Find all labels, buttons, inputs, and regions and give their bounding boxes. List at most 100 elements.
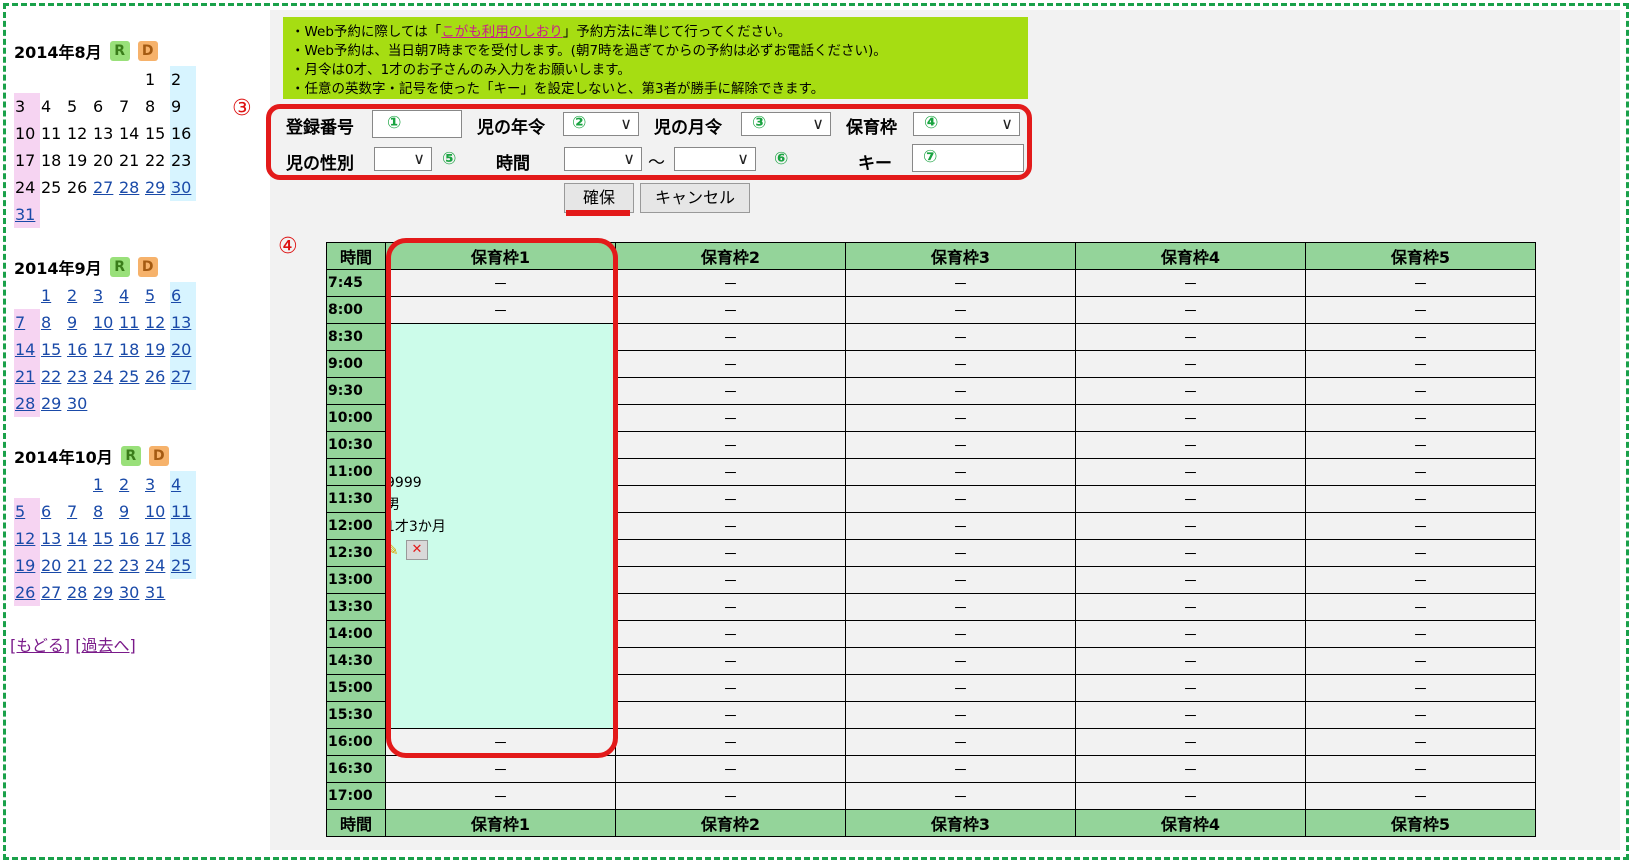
calendar-day[interactable]: 21 — [66, 552, 92, 579]
calendar-day[interactable]: 16 — [66, 336, 92, 363]
slot-cell[interactable]: － — [845, 539, 1076, 567]
slot-cell[interactable]: － — [615, 647, 846, 675]
calendar-day[interactable]: 7 — [66, 498, 92, 525]
slot-cell[interactable]: － — [1075, 323, 1306, 351]
calendar-day[interactable]: 29 — [40, 390, 66, 417]
calendar-day[interactable]: 17 — [92, 336, 118, 363]
calendar-day[interactable]: 21 — [14, 363, 40, 390]
slot-cell[interactable]: － — [845, 701, 1076, 729]
slot-cell[interactable]: － — [1075, 296, 1306, 324]
slot-cell[interactable]: － — [1305, 674, 1536, 702]
calendar-day[interactable]: 26 — [144, 363, 170, 390]
slot-cell[interactable]: － — [845, 404, 1076, 432]
slot-cell[interactable]: － — [845, 566, 1076, 594]
calendar-day[interactable]: 29 — [92, 579, 118, 606]
slot-cell[interactable]: － — [615, 269, 846, 297]
slot-cell[interactable]: － — [1305, 512, 1536, 540]
badge-d[interactable]: D — [137, 257, 158, 277]
slot-cell[interactable]: － — [385, 728, 616, 756]
slot-cell[interactable]: － — [615, 485, 846, 513]
calendar-day[interactable]: 6 — [40, 498, 66, 525]
key-input[interactable]: ⑦ — [912, 144, 1024, 172]
slot-cell[interactable]: － — [615, 620, 846, 648]
slot-cell[interactable]: － — [845, 269, 1076, 297]
time-end-select[interactable]: ∨ — [674, 147, 756, 171]
calendar-day[interactable]: 31 — [14, 201, 40, 228]
slot-cell[interactable]: － — [1305, 755, 1536, 783]
calendar-day[interactable]: 5 — [14, 498, 40, 525]
slot-cell[interactable]: － — [845, 674, 1076, 702]
calendar-day[interactable]: 20 — [40, 552, 66, 579]
calendar-day[interactable]: 1 — [92, 471, 118, 498]
badge-r[interactable]: R — [120, 446, 141, 466]
slot-cell[interactable]: － — [1075, 431, 1306, 459]
calendar-day[interactable]: 3 — [92, 282, 118, 309]
calendar-day[interactable]: 18 — [170, 525, 196, 552]
slot-cell[interactable]: － — [1305, 431, 1536, 459]
slot-cell[interactable]: － — [1305, 350, 1536, 378]
calendar-day[interactable]: 4 — [170, 471, 196, 498]
slot-cell[interactable]: － — [1075, 728, 1306, 756]
slot-cell[interactable]: － — [1305, 296, 1536, 324]
slot-cell[interactable]: － — [615, 512, 846, 540]
calendar-day[interactable]: 30 — [118, 579, 144, 606]
slot-cell[interactable]: － — [615, 323, 846, 351]
calendar-day[interactable]: 2 — [66, 282, 92, 309]
slot-cell[interactable]: － — [1305, 593, 1536, 621]
time-start-select[interactable]: ∨ — [564, 147, 642, 171]
calendar-day[interactable]: 28 — [14, 390, 40, 417]
slot-cell[interactable]: － — [615, 404, 846, 432]
slot-cell[interactable]: － — [1305, 269, 1536, 297]
calendar-day[interactable]: 23 — [118, 552, 144, 579]
calendar-day[interactable]: 6 — [170, 282, 196, 309]
pencil-icon[interactable]: ✎ — [386, 542, 402, 558]
slot-cell[interactable]: － — [1075, 782, 1306, 810]
calendar-day[interactable]: 8 — [92, 498, 118, 525]
slot-cell[interactable]: － — [1305, 728, 1536, 756]
slot-cell[interactable]: － — [845, 431, 1076, 459]
slot-cell[interactable]: － — [385, 782, 616, 810]
calendar-day[interactable]: 4 — [118, 282, 144, 309]
slot-cell[interactable]: － — [1305, 539, 1536, 567]
calendar-day[interactable]: 15 — [40, 336, 66, 363]
slot-cell[interactable]: － — [615, 431, 846, 459]
calendar-day[interactable]: 30 — [170, 174, 196, 201]
delete-icon[interactable]: ✕ — [406, 540, 428, 560]
calendar-day[interactable]: 10 — [92, 309, 118, 336]
slot-cell[interactable]: － — [1075, 701, 1306, 729]
calendar-day[interactable]: 2 — [118, 471, 144, 498]
calendar-day[interactable]: 11 — [170, 498, 196, 525]
calendar-day[interactable]: 19 — [144, 336, 170, 363]
slot-cell[interactable]: － — [1305, 647, 1536, 675]
slot-cell[interactable]: － — [385, 269, 616, 297]
cancel-button[interactable]: キャンセル — [640, 183, 750, 213]
calendar-day[interactable]: 19 — [14, 552, 40, 579]
age-month-select[interactable]: ③ ∨ — [741, 112, 831, 136]
calendar-day[interactable]: 9 — [66, 309, 92, 336]
calendar-day[interactable]: 5 — [144, 282, 170, 309]
badge-d[interactable]: D — [137, 41, 158, 61]
calendar-day[interactable]: 1 — [40, 282, 66, 309]
badge-d[interactable]: D — [148, 446, 169, 466]
calendar-day[interactable]: 25 — [118, 363, 144, 390]
slot-cell[interactable]: － — [1075, 269, 1306, 297]
calendar-day[interactable]: 14 — [14, 336, 40, 363]
slot-cell[interactable]: － — [1305, 323, 1536, 351]
calendar-day[interactable]: 17 — [144, 525, 170, 552]
slot-cell[interactable]: － — [1075, 593, 1306, 621]
calendar-day[interactable]: 26 — [14, 579, 40, 606]
calendar-day[interactable]: 3 — [144, 471, 170, 498]
slot-cell[interactable]: － — [845, 593, 1076, 621]
slot-cell[interactable]: － — [615, 782, 846, 810]
calendar-day[interactable]: 24 — [144, 552, 170, 579]
calendar-day[interactable]: 12 — [14, 525, 40, 552]
slot-cell[interactable]: － — [615, 593, 846, 621]
slot-cell[interactable]: － — [385, 296, 616, 324]
calendar-day[interactable]: 15 — [92, 525, 118, 552]
slot-cell[interactable]: － — [845, 620, 1076, 648]
calendar-day[interactable]: 28 — [66, 579, 92, 606]
badge-r[interactable]: R — [109, 257, 130, 277]
slot-cell[interactable]: － — [845, 512, 1076, 540]
slot-cell[interactable]: － — [1075, 377, 1306, 405]
calendar-day[interactable]: 11 — [118, 309, 144, 336]
